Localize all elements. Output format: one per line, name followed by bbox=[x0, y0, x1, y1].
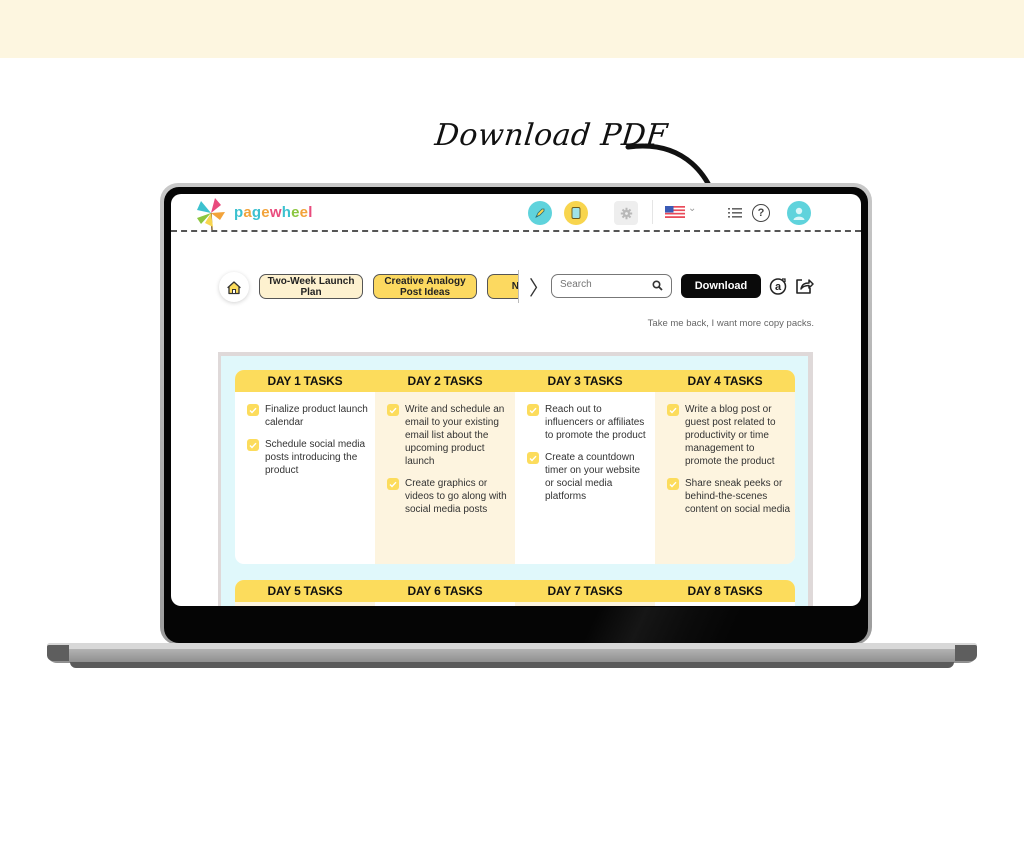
day-column: DAY 3 TASKS Reach out to influencers or a… bbox=[515, 370, 655, 564]
chevron-down-icon[interactable]: ⌄ bbox=[688, 203, 696, 214]
day-title: DAY 1 TASKS bbox=[235, 370, 375, 392]
brand-letter: a bbox=[243, 204, 252, 221]
search-icon[interactable] bbox=[652, 280, 663, 291]
search-input[interactable] bbox=[560, 279, 650, 290]
checkbox-checked-icon[interactable] bbox=[527, 404, 539, 416]
checkbox-checked-icon[interactable] bbox=[247, 404, 259, 416]
day-title: DAY 8 TASKS bbox=[655, 580, 795, 602]
brand-letter: g bbox=[251, 204, 262, 221]
app-header: pagewheel ⌄ ? bbox=[171, 194, 861, 232]
tabs-next-arrow-icon[interactable]: 〉 bbox=[529, 272, 549, 301]
day-title: DAY 3 TASKS bbox=[515, 370, 655, 392]
user-avatar-icon[interactable] bbox=[787, 201, 811, 225]
list-icon[interactable] bbox=[723, 201, 747, 225]
document-icon[interactable] bbox=[564, 201, 588, 225]
tabs-scroll-edge bbox=[518, 270, 519, 303]
home-button[interactable] bbox=[219, 272, 249, 302]
pinwheel-logo-icon[interactable] bbox=[193, 196, 229, 230]
back-to-copy-packs-link[interactable]: Take me back, I want more copy packs. bbox=[648, 318, 814, 329]
day-column: DAY 4 TASKS Write a blog post or guest po… bbox=[655, 370, 795, 564]
download-button[interactable]: Download bbox=[681, 274, 761, 298]
brand-letter: w bbox=[269, 204, 282, 221]
laptop-base-lip bbox=[47, 643, 977, 649]
task-item: Create a countdown timer on your website… bbox=[527, 451, 651, 503]
checkbox-checked-icon[interactable] bbox=[527, 452, 539, 464]
day-column: DAY 2 TASKS Write and schedule an email t… bbox=[375, 370, 515, 564]
help-icon[interactable]: ? bbox=[752, 204, 770, 222]
amazon-icon[interactable]: a bbox=[767, 275, 789, 297]
week-2-grid: DAY 5 TASKS DAY 6 TASKS DAY 7 TASKS DAY 8 T… bbox=[235, 580, 795, 606]
day-column: DAY 6 TASKS bbox=[375, 580, 515, 606]
task-list: Finalize product launch calendar Schedule… bbox=[247, 403, 371, 486]
day-column: DAY 8 TASKS bbox=[655, 580, 795, 606]
checkbox-checked-icon[interactable] bbox=[667, 404, 679, 416]
laptop-base-edge-left bbox=[47, 645, 69, 661]
tab-two-week-launch-plan[interactable]: Two-Week Launch Plan bbox=[259, 274, 363, 299]
task-text: Share sneak peeks or behind-the-scenes c… bbox=[685, 478, 791, 515]
task-text: Write a blog post or guest post related … bbox=[685, 404, 776, 467]
checkbox-checked-icon[interactable] bbox=[667, 478, 679, 490]
task-list: Reach out to influencers or affiliates t… bbox=[527, 403, 651, 512]
day-title: DAY 4 TASKS bbox=[655, 370, 795, 392]
brand-letter: e bbox=[291, 204, 300, 221]
task-text: Reach out to influencers or affiliates t… bbox=[545, 404, 646, 441]
share-icon[interactable] bbox=[793, 275, 815, 297]
day-title: DAY 5 TASKS bbox=[235, 580, 375, 602]
checkbox-checked-icon[interactable] bbox=[247, 439, 259, 451]
laptop-base-edge-right bbox=[955, 645, 977, 661]
tab-creative-analogy-post-ideas[interactable]: Creative Analogy Post Ideas bbox=[373, 274, 477, 299]
day-column: DAY 5 TASKS bbox=[235, 580, 375, 606]
task-item: Write and schedule an email to your exis… bbox=[387, 403, 511, 468]
header-divider bbox=[652, 200, 653, 224]
svg-text:a: a bbox=[775, 281, 782, 293]
week-1-grid: DAY 1 TASKS Finalize product launch calen… bbox=[235, 370, 795, 564]
day-title: DAY 6 TASKS bbox=[375, 580, 515, 602]
gear-icon[interactable] bbox=[614, 201, 638, 225]
task-text: Create a countdown timer on your website… bbox=[545, 452, 641, 502]
top-background-band bbox=[0, 0, 1024, 58]
checkbox-checked-icon[interactable] bbox=[387, 478, 399, 490]
task-item: Share sneak peeks or behind-the-scenes c… bbox=[667, 477, 791, 516]
task-item: Create graphics or videos to go along wi… bbox=[387, 477, 511, 516]
tab-truncated[interactable]: N bbox=[487, 274, 519, 299]
brand-letter: e bbox=[299, 204, 309, 221]
task-list: Write a blog post or guest post related … bbox=[667, 403, 791, 525]
brand-letter: h bbox=[281, 204, 292, 221]
keyboard-reflection bbox=[504, 607, 804, 643]
laptop-screen: pagewheel ⌄ ? Two-Week Launch Plan Creat… bbox=[171, 194, 861, 606]
task-item: Write a blog post or guest post related … bbox=[667, 403, 791, 468]
laptop-base-shadow bbox=[70, 662, 954, 668]
us-flag-icon[interactable] bbox=[665, 206, 685, 218]
checkbox-checked-icon[interactable] bbox=[387, 404, 399, 416]
task-list: Write and schedule an email to your exis… bbox=[387, 403, 511, 525]
day-title: DAY 2 TASKS bbox=[375, 370, 515, 392]
task-text: Create graphics or videos to go along wi… bbox=[405, 478, 507, 515]
day-column: DAY 7 TASKS bbox=[515, 580, 655, 606]
brand-letter: l bbox=[308, 204, 313, 221]
rocket-icon[interactable] bbox=[528, 201, 552, 225]
search-field[interactable] bbox=[551, 274, 672, 298]
brand-letter: e bbox=[261, 204, 270, 221]
task-text: Schedule social media posts introducing … bbox=[265, 439, 366, 476]
task-text: Finalize product launch calendar bbox=[265, 404, 368, 428]
day-title: DAY 7 TASKS bbox=[515, 580, 655, 602]
brand-letter: p bbox=[234, 204, 244, 221]
brand-name[interactable]: pagewheel bbox=[234, 204, 313, 221]
task-item: Reach out to influencers or affiliates t… bbox=[527, 403, 651, 442]
task-item: Finalize product launch calendar bbox=[247, 403, 371, 429]
day-column: DAY 1 TASKS Finalize product launch calen… bbox=[235, 370, 375, 564]
task-item: Schedule social media posts introducing … bbox=[247, 438, 371, 477]
home-icon bbox=[227, 280, 241, 294]
task-text: Write and schedule an email to your exis… bbox=[405, 404, 505, 467]
